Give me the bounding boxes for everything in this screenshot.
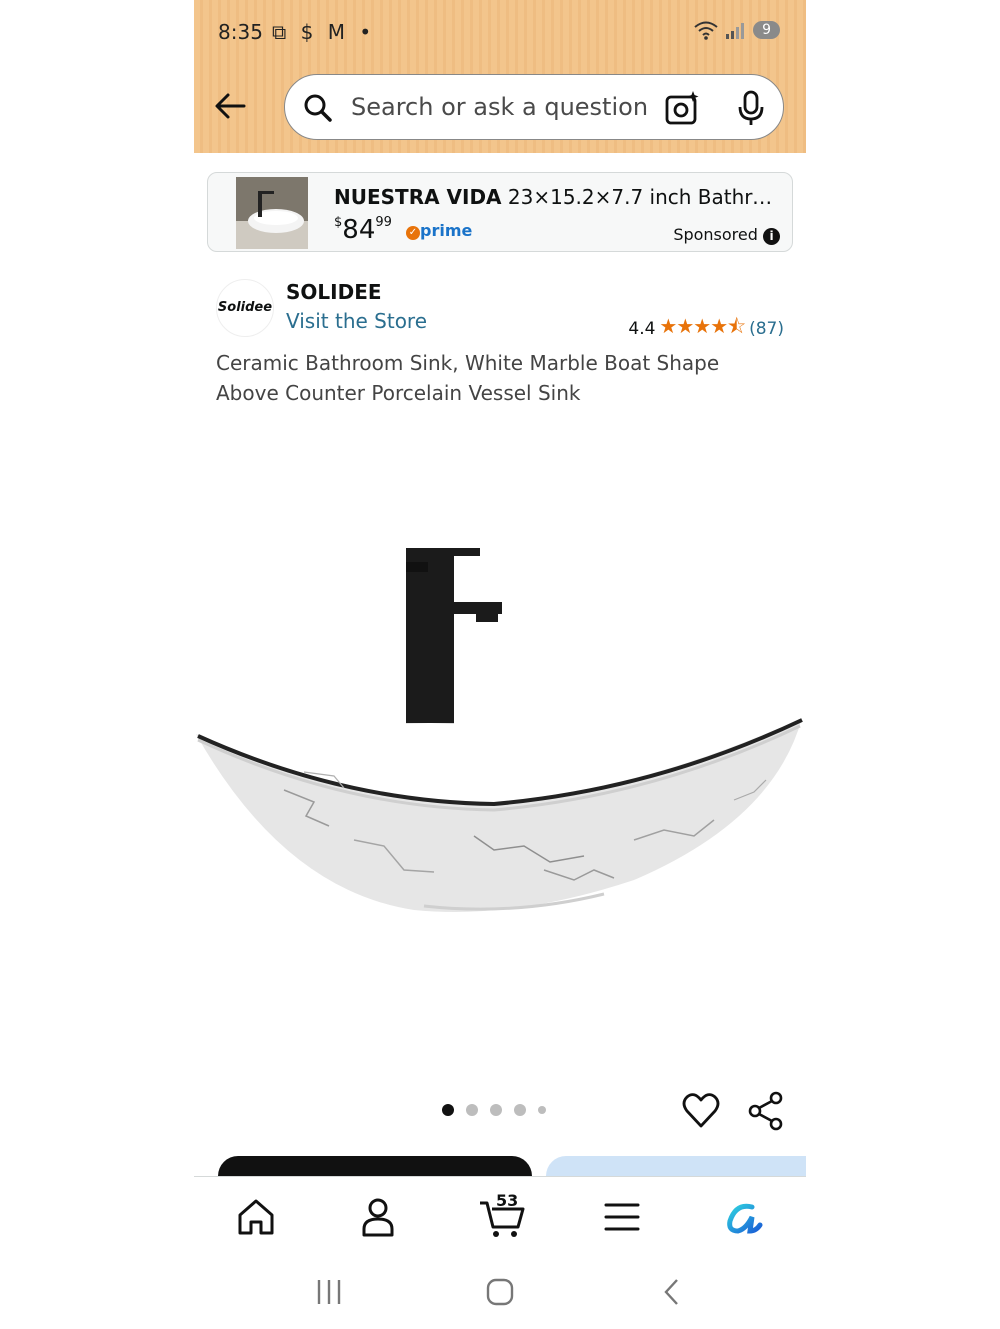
prime-check-icon: ✓	[406, 226, 420, 240]
cart-button[interactable]: 53	[478, 1191, 525, 1239]
carousel-dot[interactable]	[538, 1106, 546, 1114]
brand-name: SOLIDEE	[286, 280, 382, 304]
home-button-icon[interactable]	[484, 1276, 516, 1308]
share-icon[interactable]	[747, 1091, 785, 1131]
battery-indicator: 9	[753, 21, 780, 39]
prime-badge: ✓ prime	[406, 221, 472, 240]
rating-value: 4.4	[628, 319, 656, 339]
rating-summary[interactable]: 4.4 ★★★★⯪ (87)	[628, 312, 784, 346]
phone-screen: 8:35 ⧉ $ M • 9 Search or ask a question …	[194, 0, 806, 1329]
menu-icon[interactable]	[600, 1195, 644, 1239]
image-carousel-dots[interactable]	[442, 1104, 546, 1116]
carousel-dot[interactable]	[490, 1104, 502, 1116]
rufus-icon[interactable]	[722, 1195, 766, 1239]
search-icon	[304, 94, 332, 122]
search-bar[interactable]: Search or ask a question	[284, 74, 784, 140]
carousel-dot[interactable]	[466, 1104, 478, 1116]
back-arrow-icon[interactable]	[210, 86, 250, 126]
ad-price: $8499	[334, 215, 392, 245]
bottom-nav: 53	[194, 1176, 806, 1255]
ad-product-thumbnail[interactable]	[236, 177, 308, 249]
app-header: 8:35 ⧉ $ M • 9 Search or ask a question	[194, 0, 806, 153]
status-notification-icons: ⧉ $ M •	[272, 20, 375, 44]
info-icon[interactable]: i	[763, 228, 780, 245]
visit-store-link[interactable]: Visit the Store	[286, 309, 427, 333]
carousel-dot[interactable]	[442, 1104, 454, 1116]
review-count[interactable]: (87)	[749, 319, 784, 339]
sponsored-text: Sponsored	[673, 225, 758, 244]
status-right: 9	[693, 20, 780, 40]
carousel-dot[interactable]	[514, 1104, 526, 1116]
star-rating-icon: ★★★★⯪	[659, 314, 746, 338]
sponsored-ad-card[interactable]: NUESTRA VIDA 23×15.2×7.7 inch Bathro… $8…	[207, 172, 793, 252]
prime-label: prime	[420, 221, 473, 240]
camera-lens-icon[interactable]	[663, 89, 701, 127]
back-button-icon[interactable]	[660, 1276, 684, 1308]
gmail-icon: M	[327, 20, 349, 44]
system-nav-bar	[194, 1254, 806, 1329]
dot-icon: •	[359, 20, 376, 44]
product-title: Ceramic Bathroom Sink, White Marble Boat…	[216, 351, 720, 405]
account-icon[interactable]	[356, 1195, 400, 1239]
cart-count: 53	[496, 1191, 519, 1210]
signal-icon	[726, 23, 745, 39]
home-icon[interactable]	[234, 1195, 278, 1239]
product-image[interactable]	[194, 540, 806, 920]
search-input[interactable]: Search or ask a question	[351, 93, 648, 121]
heart-icon[interactable]	[681, 1091, 721, 1131]
brand-logo[interactable]: Solidee	[216, 279, 274, 337]
sponsored-label[interactable]: Sponsored i	[673, 225, 780, 245]
microphone-icon[interactable]	[735, 89, 767, 127]
ad-brand: NUESTRA VIDA	[334, 185, 502, 209]
ad-price-fraction: 99	[375, 215, 392, 230]
wifi-icon	[694, 21, 718, 40]
screenshot-icon: ⧉	[272, 20, 291, 44]
ad-title-text: 23×15.2×7.7 inch Bathro…	[501, 185, 784, 209]
recent-apps-icon[interactable]	[314, 1278, 344, 1306]
dollar-icon: $	[300, 20, 318, 44]
status-time: 8:35	[218, 20, 263, 44]
ad-price-whole: 84	[342, 215, 376, 245]
status-bar: 8:35 ⧉ $ M • 9	[194, 0, 806, 64]
ad-title[interactable]: NUESTRA VIDA 23×15.2×7.7 inch Bathro…	[334, 185, 784, 209]
brand-logo-text: Solidee	[217, 300, 273, 315]
